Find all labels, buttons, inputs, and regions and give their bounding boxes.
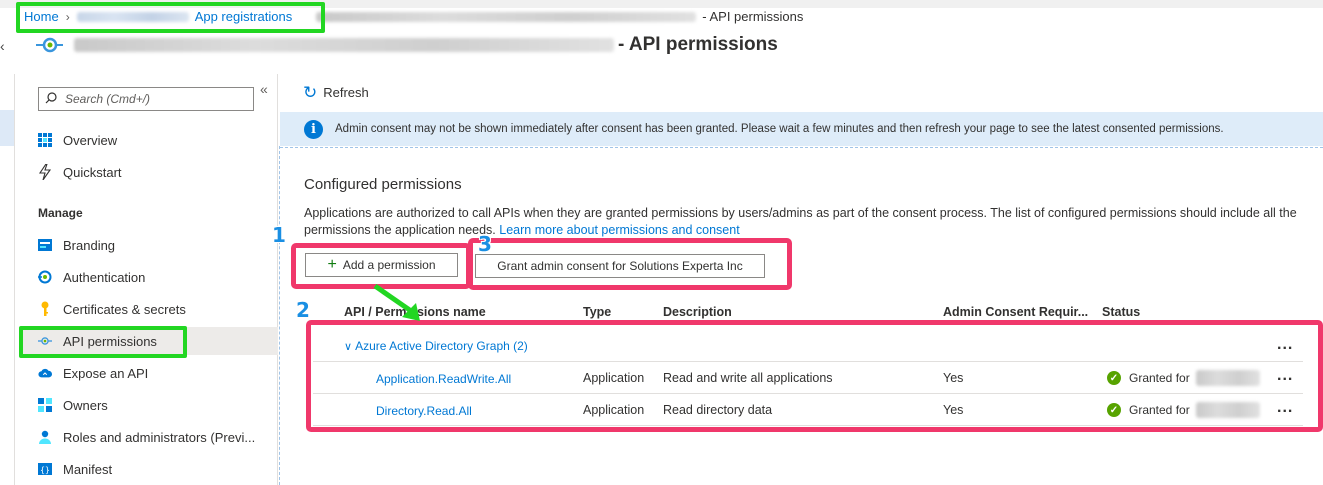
manifest-icon: {} xyxy=(38,462,52,476)
permission-link-application-readwrite[interactable]: Application.ReadWrite.All xyxy=(376,372,511,386)
sidebar-item-branding[interactable]: Branding xyxy=(22,231,278,259)
step-number-3: 3 xyxy=(478,232,492,256)
grid-icon xyxy=(38,133,52,147)
column-header-admin-consent[interactable]: Admin Consent Requir... xyxy=(943,305,1088,319)
group-more-options[interactable]: ... xyxy=(1277,337,1293,353)
permission-link-directory-read[interactable]: Directory.Read.All xyxy=(376,404,472,418)
redacted-tenant xyxy=(1195,370,1260,386)
search-input[interactable] xyxy=(63,91,233,107)
sidebar-item-overview[interactable]: Overview xyxy=(22,126,278,154)
sidebar-item-label: Certificates & secrets xyxy=(63,301,186,317)
sidebar-item-label: Expose an API xyxy=(63,365,149,381)
refresh-button[interactable]: ↻ Refresh xyxy=(303,84,369,101)
checkmark-icon: ✓ xyxy=(1107,371,1121,385)
sidebar-item-label: Branding xyxy=(63,237,116,253)
content-left-border xyxy=(279,146,280,485)
sidebar-item-authentication[interactable]: Authentication xyxy=(22,263,278,291)
key-icon xyxy=(38,301,52,316)
table-cell-admin-consent: Yes xyxy=(943,403,964,417)
status-granted: ✓ Granted for xyxy=(1107,402,1260,418)
section-heading-manage: Manage xyxy=(38,206,83,220)
table-cell-description: Read and write all applications xyxy=(663,371,833,385)
svg-text:{}: {} xyxy=(40,466,50,475)
sidebar-item-quickstart[interactable]: Quickstart xyxy=(22,158,278,186)
sidebar-item-roles[interactable]: Roles and administrators (Previ... xyxy=(22,423,278,451)
column-header-description[interactable]: Description xyxy=(663,305,732,319)
column-header-status[interactable]: Status xyxy=(1102,305,1140,319)
left-nav: « Overview Quickstart Manage Branding Au… xyxy=(14,74,278,485)
table-cell-description: Read directory data xyxy=(663,403,773,417)
step-number-2: 2 xyxy=(296,298,310,322)
grant-admin-consent-button[interactable]: Grant admin consent for Solutions Expert… xyxy=(475,254,765,278)
content-divider xyxy=(280,147,1323,148)
checkmark-icon: ✓ xyxy=(1107,403,1121,417)
sidebar-item-label: Owners xyxy=(63,397,108,413)
sidebar-item-label: Manifest xyxy=(63,461,113,477)
page-title: - API permissions xyxy=(36,34,778,56)
row-divider xyxy=(313,393,1303,394)
authentication-icon xyxy=(38,270,52,284)
row-more-options[interactable]: ... xyxy=(1277,368,1293,384)
row-more-options[interactable]: ... xyxy=(1277,400,1293,416)
left-rail-selection xyxy=(0,110,14,146)
info-icon: i xyxy=(304,119,323,139)
cloud-icon xyxy=(38,366,52,380)
sidebar-item-expose-api[interactable]: Expose an API xyxy=(22,359,278,387)
chevron-down-icon: ∨ xyxy=(344,340,353,353)
api-group-azure-ad-graph[interactable]: ∨ Azure Active Directory Graph (2) xyxy=(344,339,528,353)
step-number-1: 1 xyxy=(272,223,286,247)
section-title: Configured permissions xyxy=(304,176,462,193)
group-label: Azure Active Directory Graph (2) xyxy=(355,339,528,353)
chevron-left-icon[interactable]: ‹ xyxy=(0,38,5,54)
branding-icon xyxy=(38,238,52,252)
sidebar-item-label: Authentication xyxy=(63,269,146,285)
sidebar-item-label: Roles and administrators (Previ... xyxy=(63,429,256,445)
redacted-app-name xyxy=(316,11,697,22)
sidebar-item-label: Overview xyxy=(63,132,118,148)
plus-icon: + xyxy=(327,256,337,273)
row-divider xyxy=(313,425,1303,426)
grant-consent-label: Grant admin consent for Solutions Expert… xyxy=(497,259,743,273)
section-description: Applications are authorized to call APIs… xyxy=(304,205,1304,239)
sidebar-item-manifest[interactable]: {} Manifest xyxy=(22,455,278,483)
info-message: Admin consent may not be shown immediate… xyxy=(335,123,1224,135)
learn-more-link[interactable]: Learn more about permissions and consent xyxy=(499,223,739,237)
collapse-nav-icon[interactable]: « xyxy=(260,81,268,97)
refresh-icon: ↻ xyxy=(303,83,318,102)
add-permission-label: Add a permission xyxy=(342,258,436,272)
redacted-title xyxy=(74,38,614,52)
search-icon xyxy=(45,91,57,107)
sidebar-item-label: Quickstart xyxy=(63,164,122,180)
table-cell-admin-consent: Yes xyxy=(943,371,964,385)
status-granted: ✓ Granted for xyxy=(1107,370,1260,386)
refresh-label: Refresh xyxy=(323,85,369,100)
description-text: Applications are authorized to call APIs… xyxy=(304,206,1297,237)
breadcrumb-current: - API permissions xyxy=(702,9,804,24)
person-icon xyxy=(38,430,52,444)
table-cell-type: Application xyxy=(583,371,645,385)
highlight-breadcrumb xyxy=(16,2,325,33)
annotation-arrow xyxy=(373,283,420,321)
row-divider xyxy=(313,361,1303,362)
app-registration-icon xyxy=(36,34,64,56)
highlight-api-permissions xyxy=(19,326,187,358)
add-permission-button[interactable]: + Add a permission xyxy=(305,253,458,277)
title-suffix: - API permissions xyxy=(618,34,778,55)
status-text: Granted for xyxy=(1129,403,1190,417)
search-box[interactable] xyxy=(38,87,254,111)
table-cell-type: Application xyxy=(583,403,645,417)
column-header-type[interactable]: Type xyxy=(583,305,611,319)
owners-icon xyxy=(38,398,52,412)
sidebar-item-certificates[interactable]: Certificates & secrets xyxy=(22,295,278,323)
status-text: Granted for xyxy=(1129,371,1190,385)
sidebar-item-owners[interactable]: Owners xyxy=(22,391,278,419)
info-banner: i Admin consent may not be shown immedia… xyxy=(280,112,1323,146)
redacted-tenant xyxy=(1195,402,1260,418)
lightning-icon xyxy=(38,164,52,180)
